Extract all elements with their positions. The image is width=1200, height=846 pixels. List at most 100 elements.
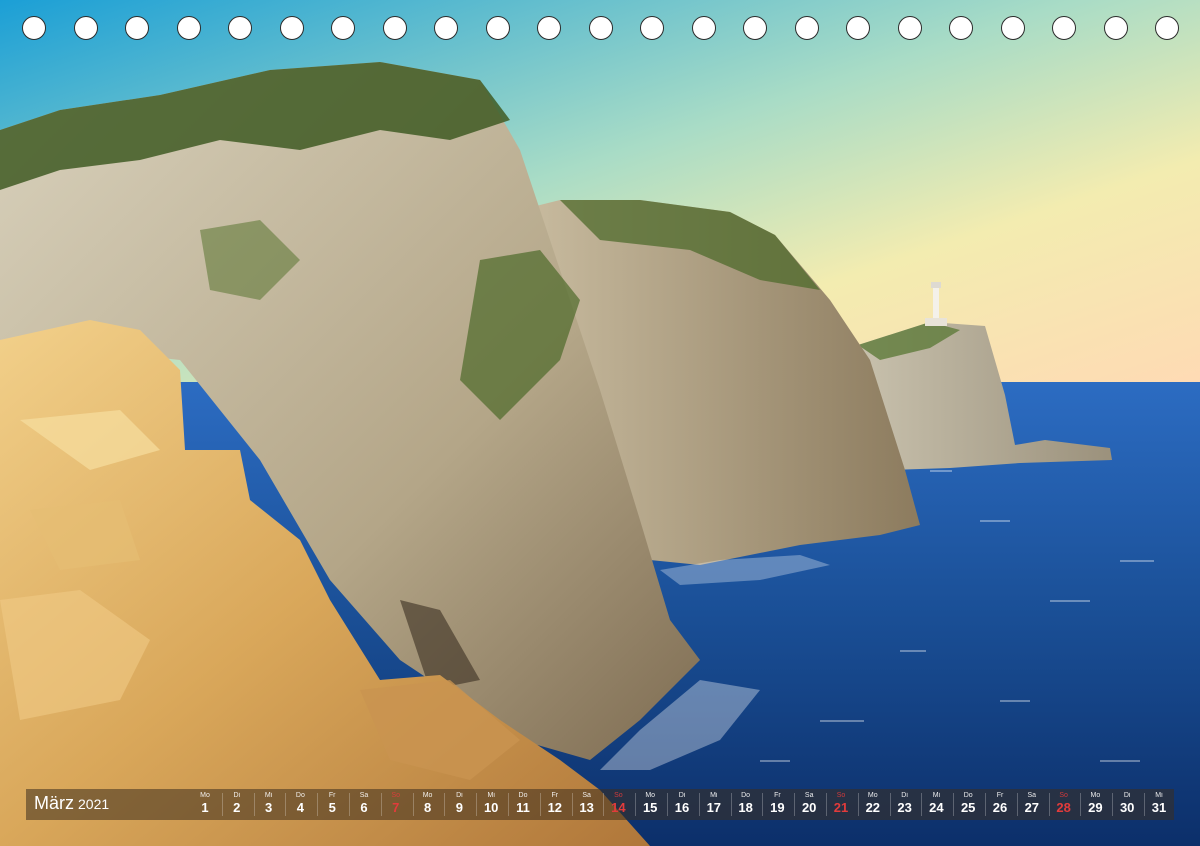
binding-hole bbox=[588, 16, 613, 40]
day-separator bbox=[921, 793, 923, 816]
day-separator bbox=[1048, 793, 1050, 816]
day-cell: Sa 6 bbox=[349, 791, 379, 818]
weekday-label: Fr bbox=[996, 792, 1004, 799]
day-number: 4 bbox=[296, 800, 304, 815]
day-cell: Di 2 bbox=[222, 791, 252, 818]
weekday-label: Mo bbox=[645, 792, 656, 799]
binding-hole bbox=[331, 16, 355, 40]
day-separator bbox=[730, 793, 732, 816]
day-cell: Mo 15 bbox=[635, 791, 665, 818]
day-cell: So 21 bbox=[826, 791, 856, 818]
weekday-label: Sa bbox=[804, 792, 814, 799]
day-cell: Mi 24 bbox=[921, 791, 951, 818]
binding-hole bbox=[485, 16, 510, 40]
day-number: 25 bbox=[960, 800, 976, 815]
day-cell: So 28 bbox=[1049, 791, 1079, 818]
day-cell: Mo 29 bbox=[1080, 791, 1110, 818]
day-cell: Mo 1 bbox=[190, 791, 220, 818]
day-separator bbox=[349, 793, 350, 816]
day-cell: Fr 5 bbox=[317, 791, 347, 818]
calendar-page: März 2021 Mo 1 Di 2 Mi 3 Do 4 Fr 5 Sa 6 So 7 Mo 8 Di 9 Mi 10… bbox=[0, 0, 1200, 846]
binding-hole bbox=[73, 16, 98, 40]
weekday-label: Mi bbox=[710, 792, 718, 799]
day-separator bbox=[539, 793, 541, 816]
binding-hole bbox=[125, 16, 149, 40]
day-cell: Di 23 bbox=[890, 791, 920, 818]
day-number: 11 bbox=[516, 800, 530, 815]
day-number: 15 bbox=[642, 800, 658, 815]
day-number: 6 bbox=[360, 800, 368, 815]
binding-hole bbox=[537, 16, 561, 40]
day-separator bbox=[412, 793, 414, 816]
binding-hole bbox=[434, 16, 458, 40]
day-separator bbox=[985, 793, 986, 816]
day-separator bbox=[635, 793, 637, 816]
weekday-label: So bbox=[614, 792, 623, 799]
day-number: 1 bbox=[201, 800, 209, 815]
day-separator bbox=[476, 793, 478, 816]
weekday-label: Fr bbox=[551, 792, 559, 799]
weekday-label: Mi bbox=[487, 792, 495, 799]
day-number: 28 bbox=[1056, 800, 1071, 815]
day-cell: Do 25 bbox=[953, 791, 983, 818]
day-cell: Fr 19 bbox=[762, 791, 792, 818]
day-cell: Sa 20 bbox=[794, 791, 824, 818]
day-number: 17 bbox=[706, 800, 722, 815]
binding-hole bbox=[1000, 16, 1025, 40]
binding-hole bbox=[382, 16, 407, 40]
binding-hole bbox=[897, 16, 922, 40]
weekday-label: Di bbox=[678, 792, 686, 799]
day-cell: Do 4 bbox=[285, 791, 315, 818]
binding-hole bbox=[1103, 16, 1128, 40]
day-number: 24 bbox=[929, 800, 944, 815]
day-number: 5 bbox=[328, 800, 336, 815]
day-separator bbox=[667, 793, 668, 816]
day-separator bbox=[794, 793, 796, 816]
day-separator bbox=[253, 793, 255, 816]
weekday-label: Mi bbox=[264, 792, 273, 799]
binding-hole bbox=[176, 16, 201, 40]
weekday-label: Do bbox=[741, 792, 751, 799]
day-separator bbox=[1080, 793, 1082, 816]
weekday-label: Sa bbox=[359, 792, 369, 799]
day-cell: Sa 27 bbox=[1017, 791, 1047, 818]
day-number: 10 bbox=[483, 800, 499, 815]
binding-hole bbox=[640, 16, 664, 40]
weekday-label: Mi bbox=[932, 792, 941, 799]
day-separator bbox=[317, 793, 319, 816]
day-number: 8 bbox=[423, 800, 432, 815]
day-cell: So 14 bbox=[603, 791, 633, 818]
binding-hole bbox=[1052, 16, 1076, 40]
day-cell: Fr 12 bbox=[540, 791, 570, 818]
weekday-label: Di bbox=[1123, 792, 1131, 799]
day-number: 7 bbox=[392, 800, 400, 815]
day-cell: Di 16 bbox=[667, 791, 697, 818]
day-number: 22 bbox=[865, 800, 881, 815]
day-number: 19 bbox=[770, 800, 785, 815]
weekday-label: Fr bbox=[328, 792, 336, 799]
day-separator bbox=[1144, 793, 1145, 816]
day-separator bbox=[698, 793, 700, 816]
day-number: 30 bbox=[1119, 800, 1135, 815]
day-separator bbox=[953, 793, 955, 816]
landscape-photo bbox=[0, 0, 1200, 846]
weekday-label: So bbox=[836, 792, 846, 799]
weekday-label: Sa bbox=[582, 792, 591, 799]
day-number: 3 bbox=[264, 800, 273, 815]
binding-holes bbox=[0, 0, 1200, 56]
day-number: 14 bbox=[611, 800, 626, 815]
day-cell: Do 11 bbox=[508, 791, 538, 818]
day-separator bbox=[826, 793, 827, 816]
binding-hole bbox=[949, 16, 973, 40]
day-cell: Sa 13 bbox=[572, 791, 602, 818]
day-number: 23 bbox=[897, 800, 912, 815]
binding-hole bbox=[794, 16, 819, 40]
day-number: 26 bbox=[992, 800, 1008, 815]
weekday-label: Mi bbox=[1155, 792, 1163, 799]
weekday-label: So bbox=[391, 792, 401, 799]
day-cell: Mi 10 bbox=[476, 791, 506, 818]
weekday-label: Mo bbox=[867, 792, 878, 799]
weekday-label: Sa bbox=[1027, 792, 1037, 799]
binding-hole bbox=[743, 16, 767, 40]
weekday-label: So bbox=[1059, 792, 1068, 799]
